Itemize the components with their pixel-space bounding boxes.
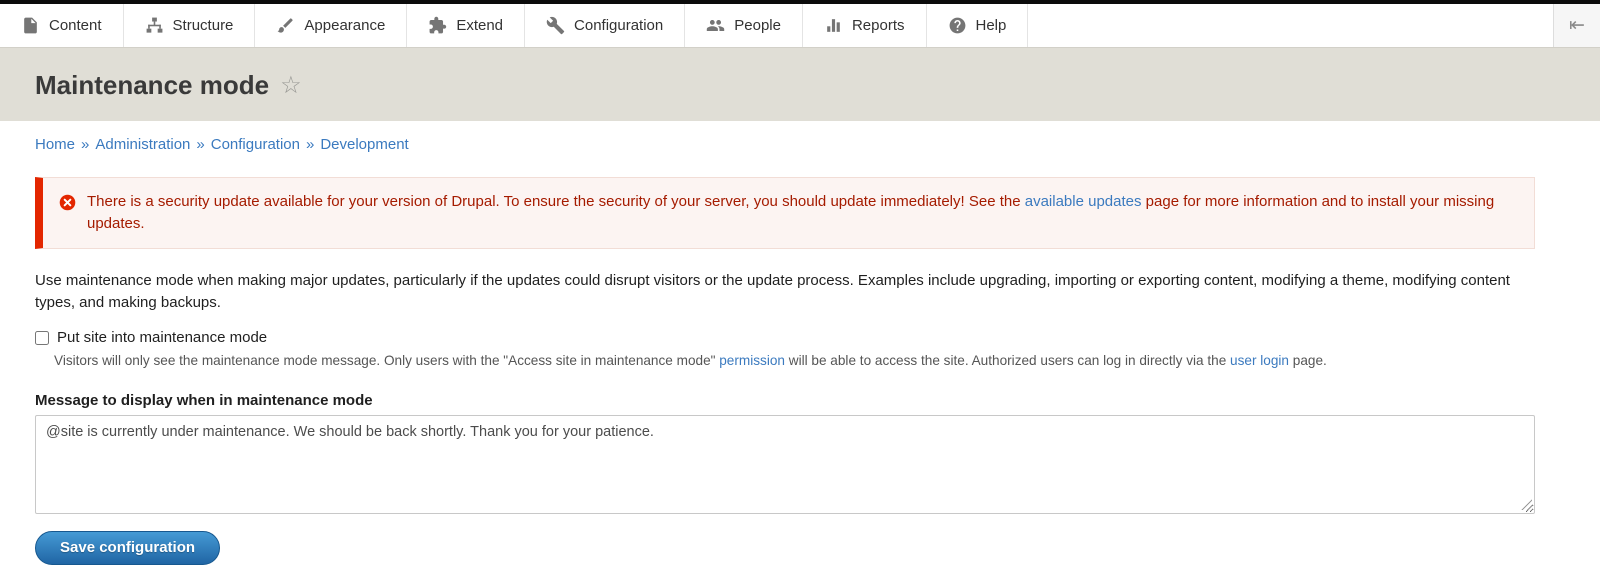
toolbar-item-label: Structure — [173, 17, 234, 34]
maintenance-mode-checkbox-label[interactable]: Put site into maintenance mode — [57, 329, 267, 346]
checkbox-description-part1: Visitors will only see the maintenance m… — [54, 353, 719, 368]
checkbox-description-part3: page. — [1289, 353, 1327, 368]
extend-icon — [428, 16, 447, 35]
toolbar-item-appearance[interactable]: Appearance — [255, 4, 407, 47]
toolbar-item-structure[interactable]: Structure — [124, 4, 256, 47]
checkbox-description-part2: will be able to access the site. Authori… — [785, 353, 1230, 368]
maintenance-mode-checkbox-description: Visitors will only see the maintenance m… — [54, 352, 1535, 370]
breadcrumb-separator: » — [196, 136, 204, 153]
breadcrumb-link-development[interactable]: Development — [320, 136, 408, 153]
collapse-toolbar-icon: ⇤ — [1569, 14, 1585, 37]
maintenance-message-textarea[interactable]: @site is currently under maintenance. We… — [35, 415, 1535, 514]
message-field-wrapper: @site is currently under maintenance. We… — [35, 415, 1535, 514]
toolbar-item-label: Configuration — [574, 17, 663, 34]
breadcrumb-separator: » — [81, 136, 89, 153]
toolbar-item-reports[interactable]: Reports — [803, 4, 927, 47]
toolbar-item-people[interactable]: People — [685, 4, 803, 47]
breadcrumb-separator: » — [306, 136, 314, 153]
appearance-icon — [276, 16, 295, 35]
user-login-link[interactable]: user login — [1230, 353, 1289, 368]
error-message-box: There is a security update available for… — [35, 177, 1535, 249]
maintenance-mode-checkbox-row: Put site into maintenance mode — [35, 329, 1535, 346]
error-icon — [59, 194, 76, 211]
people-icon — [706, 16, 725, 35]
maintenance-mode-intro: Use maintenance mode when making major u… — [35, 270, 1535, 314]
breadcrumb-link-configuration[interactable]: Configuration — [211, 136, 300, 153]
breadcrumb-link-home[interactable]: Home — [35, 136, 75, 153]
toolbar-item-content[interactable]: Content — [0, 4, 124, 47]
toolbar-item-label: Help — [976, 17, 1007, 34]
error-message-text: There is a security update available for… — [87, 191, 1518, 235]
star-shortcut-icon[interactable]: ☆ — [280, 74, 302, 98]
page-title: Maintenance mode — [35, 70, 269, 101]
page-title-row: Maintenance mode ☆ — [35, 70, 1565, 101]
save-configuration-button[interactable]: Save configuration — [35, 531, 220, 565]
breadcrumb-link-administration[interactable]: Administration — [95, 136, 190, 153]
toolbar-item-help[interactable]: Help — [927, 4, 1029, 47]
available-updates-link[interactable]: available updates — [1025, 193, 1142, 210]
permission-link[interactable]: permission — [719, 353, 785, 368]
toolbar-item-label: People — [734, 17, 781, 34]
error-text-before: There is a security update available for… — [87, 193, 1025, 210]
maintenance-mode-checkbox[interactable] — [35, 331, 49, 345]
toolbar-item-label: Reports — [852, 17, 905, 34]
structure-icon — [145, 16, 164, 35]
toolbar-orientation-toggle[interactable]: ⇤ — [1553, 4, 1600, 47]
toolbar-item-label: Appearance — [304, 17, 385, 34]
toolbar-item-label: Extend — [456, 17, 503, 34]
content-icon — [21, 16, 40, 35]
admin-toolbar: Content Structure Appearance Extend Conf… — [0, 4, 1600, 48]
page-header: Maintenance mode ☆ — [0, 48, 1600, 121]
toolbar-item-configuration[interactable]: Configuration — [525, 4, 685, 47]
configuration-icon — [546, 16, 565, 35]
help-icon — [948, 16, 967, 35]
breadcrumb: Home » Administration » Configuration » Develo… — [0, 121, 1600, 153]
reports-icon — [824, 16, 843, 35]
message-field-label: Message to display when in maintenance m… — [35, 392, 1535, 409]
toolbar-item-extend[interactable]: Extend — [407, 4, 525, 47]
toolbar-item-label: Content — [49, 17, 102, 34]
